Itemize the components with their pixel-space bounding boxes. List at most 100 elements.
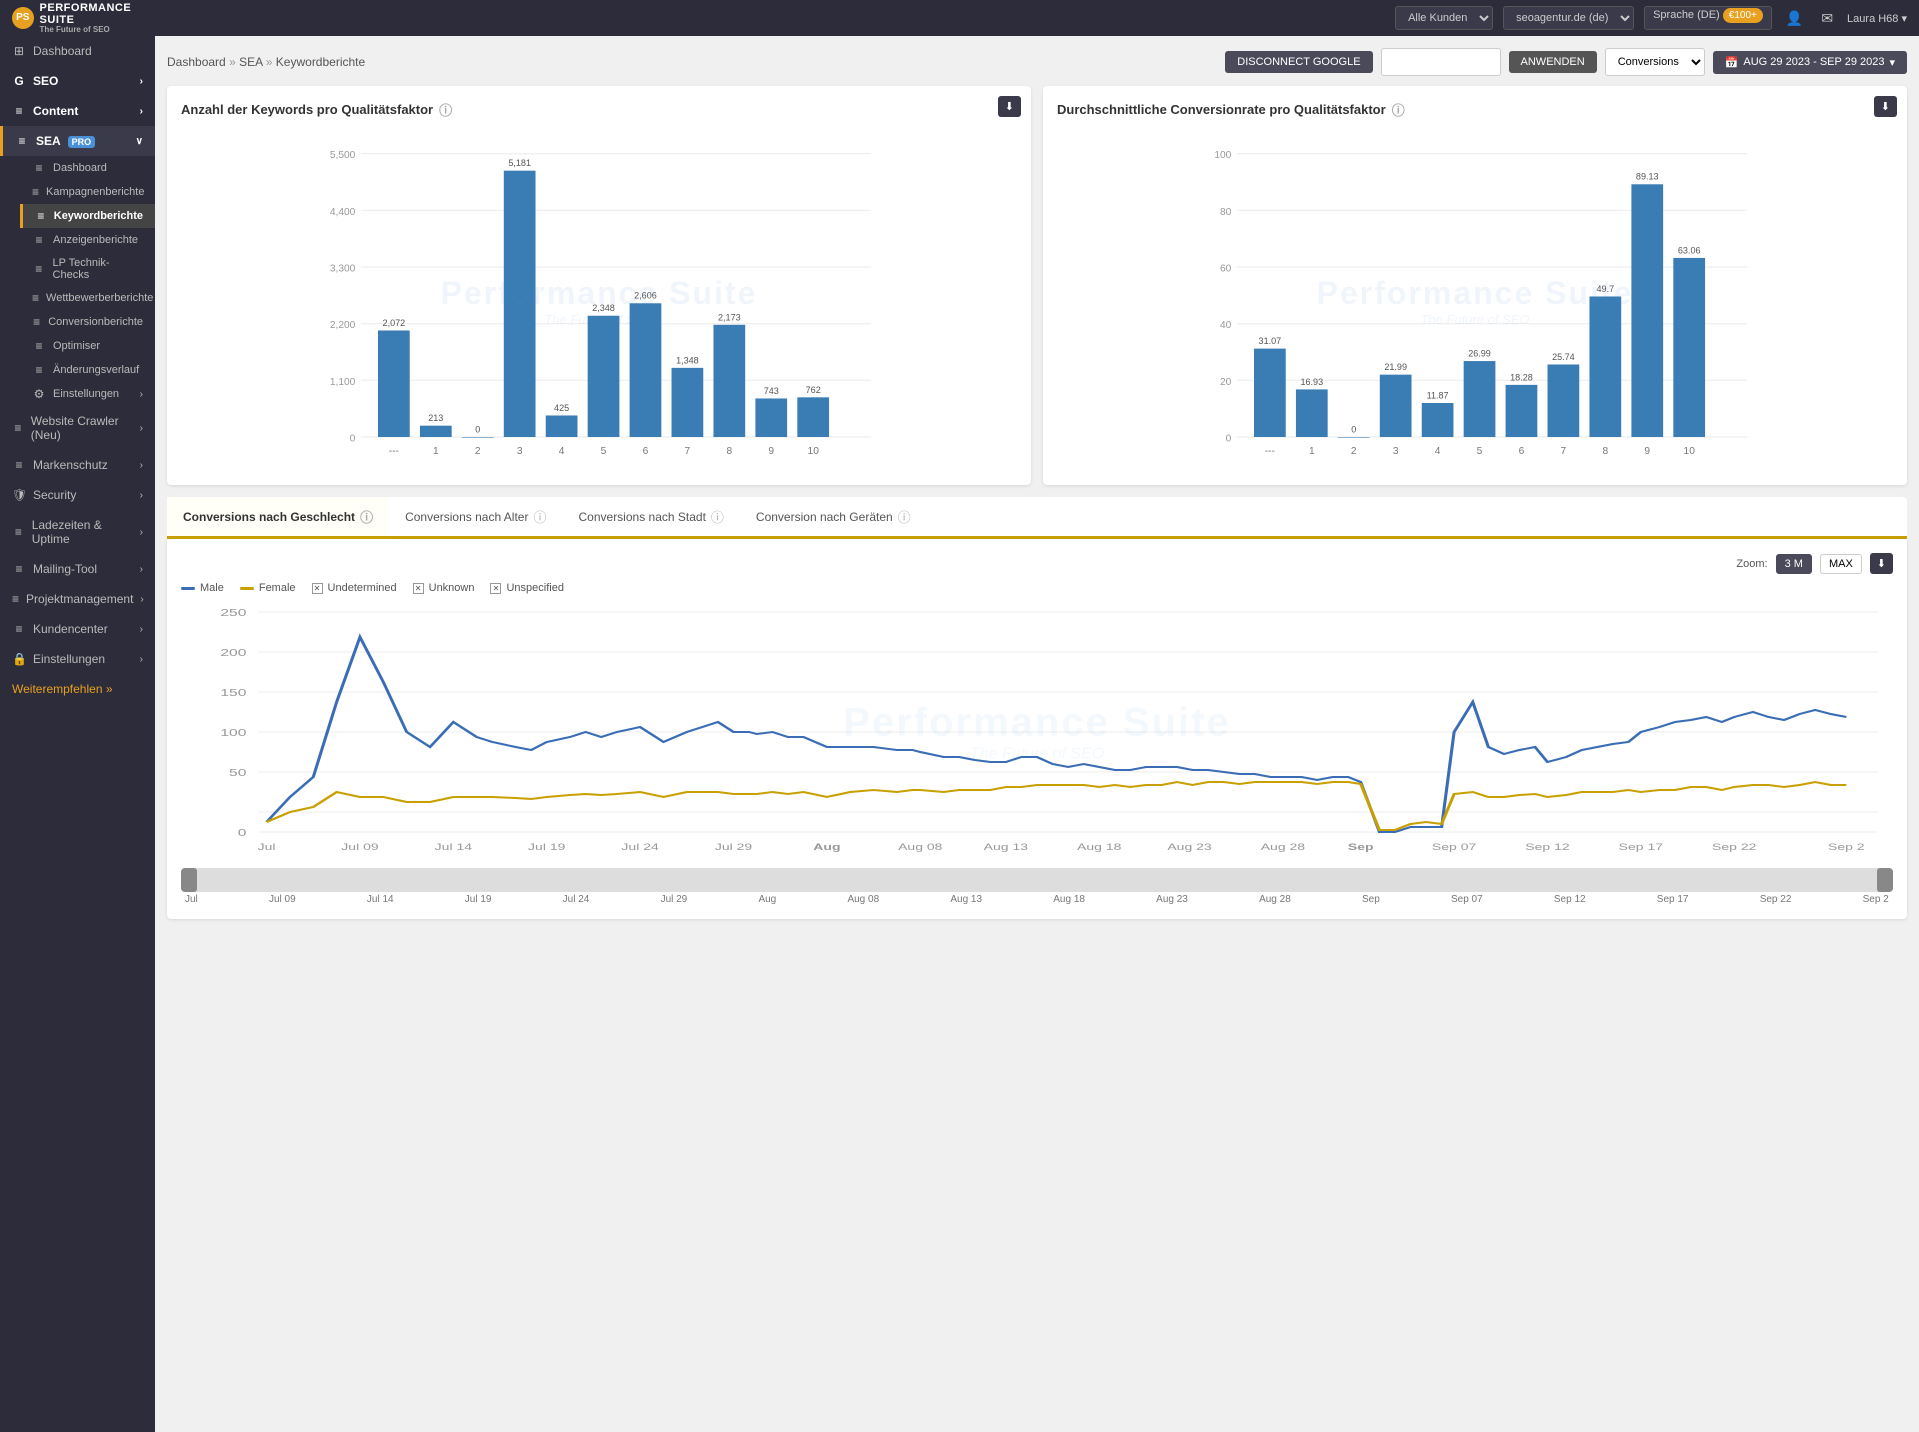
sidebar-item-aenderungsverlauf[interactable]: ≡ Änderungsverlauf xyxy=(20,358,155,382)
sidebar-item-wettbewerber[interactable]: ≡ Wettbewerberberichte xyxy=(20,286,155,310)
svg-text:762: 762 xyxy=(806,385,821,395)
legend-check-undetermined[interactable]: ✕ xyxy=(312,583,323,594)
breadcrumb-keywordberichte[interactable]: Keywordberichte xyxy=(276,55,365,69)
svg-text:0: 0 xyxy=(1226,434,1232,445)
sidebar-item-security[interactable]: 🛡 Security › xyxy=(0,480,155,510)
svg-text:Aug: Aug xyxy=(813,842,840,852)
tab-conversions-geschlecht[interactable]: Conversions nach Geschlecht ⓘ xyxy=(167,497,389,539)
download-chart2-button[interactable]: ⬇ xyxy=(1874,96,1897,117)
sidebar-item-content[interactable]: ≡ Content › xyxy=(0,96,155,126)
dashboard-icon: ⊞ xyxy=(12,44,26,58)
sidebar-item-conversionberichte[interactable]: ≡ Conversionberichte xyxy=(20,310,155,334)
tab-conversion-geraete[interactable]: Conversion nach Geräten ⓘ xyxy=(740,497,927,539)
info-icon-chart2[interactable]: ⓘ xyxy=(1392,100,1405,119)
customer-dropdown[interactable]: Alle Kunden xyxy=(1395,6,1493,30)
zoom-3m-button[interactable]: 3 M xyxy=(1776,554,1812,574)
info-icon-tab4[interactable]: ⓘ xyxy=(898,507,911,526)
breadcrumb-sea[interactable]: SEA xyxy=(239,55,262,69)
nav-controls: Alle Kunden seoagentur.de (de) Sprache (… xyxy=(1395,6,1907,30)
sidebar-item-kundencenter[interactable]: ≡ Kundencenter › xyxy=(0,614,155,644)
svg-text:8: 8 xyxy=(726,446,732,457)
breadcrumb-dashboard[interactable]: Dashboard xyxy=(167,55,226,69)
profile-icon[interactable]: 👤 xyxy=(1782,8,1807,29)
agency-dropdown[interactable]: seoagentur.de (de) xyxy=(1503,6,1634,30)
date-range-button[interactable]: 📅 AUG 29 2023 - SEP 29 2023 ▾ xyxy=(1713,51,1907,74)
range-handle-right[interactable] xyxy=(1877,868,1893,892)
sidebar-item-einstellungen[interactable]: 🔒 Einstellungen › xyxy=(0,644,155,674)
sidebar-item-seo[interactable]: G SEO › xyxy=(0,66,155,96)
svg-text:26.99: 26.99 xyxy=(1468,349,1491,359)
sidebar-item-projektmgmt[interactable]: ≡ Projektmanagement › xyxy=(0,584,155,614)
sidebar-item-kampagnenberichte[interactable]: ≡ Kampagnenberichte xyxy=(20,180,155,204)
language-dropdown[interactable]: Sprache (DE) €100+ xyxy=(1644,6,1772,30)
sidebar-item-dashboard[interactable]: ⊞ Dashboard xyxy=(0,36,155,66)
sidebar: ⊞ Dashboard G SEO › ≡ Content › ≡ SEA PR… xyxy=(0,36,155,1432)
legend-check-unknown[interactable]: ✕ xyxy=(413,583,424,594)
metric-dropdown[interactable]: Conversions xyxy=(1605,48,1705,76)
svg-text:5: 5 xyxy=(601,446,607,457)
legend-undetermined: ✕ Undetermined xyxy=(312,582,397,594)
date-range-label: AUG 29 2023 - SEP 29 2023 xyxy=(1743,56,1884,68)
legend-unknown: ✕ Unknown xyxy=(413,582,475,594)
svg-text:---: --- xyxy=(389,446,399,457)
sidebar-item-sea-dashboard[interactable]: ≡ Dashboard xyxy=(20,156,155,180)
sidebar-item-einstellungen-sea[interactable]: ⚙ Einstellungen › xyxy=(20,382,155,406)
tab-conversions-alter[interactable]: Conversions nach Alter ⓘ xyxy=(389,497,562,539)
range-slider[interactable] xyxy=(181,868,1893,892)
user-name[interactable]: Laura H68 ▾ xyxy=(1847,12,1907,25)
legend-label-unspecified: Unspecified xyxy=(506,582,563,594)
info-icon-tab3[interactable]: ⓘ xyxy=(711,507,724,526)
info-icon-tab1[interactable]: ⓘ xyxy=(360,507,373,526)
sidebar-item-mailing[interactable]: ≡ Mailing-Tool › xyxy=(0,554,155,584)
chevron-right-icon: › xyxy=(140,76,143,87)
sidebar-item-label: Anzeigenberichte xyxy=(53,234,138,246)
svg-text:9: 9 xyxy=(1644,446,1650,457)
download-line-chart-button[interactable]: ⬇ xyxy=(1870,553,1893,574)
wettbewerber-icon: ≡ xyxy=(32,291,39,305)
toolbar: DISCONNECT GOOGLE ANWENDEN Conversions 📅… xyxy=(1225,48,1907,76)
anzeigen-icon: ≡ xyxy=(32,233,46,247)
legend-check-unspecified[interactable]: ✕ xyxy=(490,583,501,594)
svg-text:20: 20 xyxy=(1220,377,1232,388)
sidebar-item-optimiser[interactable]: ≡ Optimiser xyxy=(20,334,155,358)
apply-button[interactable]: ANWENDEN xyxy=(1509,51,1597,73)
kunden-icon: ≡ xyxy=(12,622,26,636)
info-icon-tab2[interactable]: ⓘ xyxy=(533,507,546,526)
tab-label: Conversions nach Geschlecht xyxy=(183,510,355,524)
chart-keywords-qualitaet: Anzahl der Keywords pro Qualitätsfaktor … xyxy=(167,86,1031,485)
disconnect-google-button[interactable]: DISCONNECT GOOGLE xyxy=(1225,51,1372,73)
sidebar-item-markenschutz[interactable]: ≡ Markenschutz › xyxy=(0,450,155,480)
search-input[interactable] xyxy=(1381,48,1501,76)
sidebar-item-lp-technik[interactable]: ≡ LP Technik-Checks xyxy=(20,252,155,286)
svg-text:2: 2 xyxy=(1351,446,1357,457)
svg-text:4: 4 xyxy=(559,446,565,457)
svg-text:6: 6 xyxy=(643,446,649,457)
sidebar-item-ladezeiten[interactable]: ≡ Ladezeiten & Uptime › xyxy=(0,510,155,554)
info-icon-chart1[interactable]: ⓘ xyxy=(439,100,452,119)
sidebar-item-label: Content xyxy=(33,104,78,118)
chevron-right-icon: › xyxy=(140,106,143,117)
line-chart-panel: Zoom: 3 M MAX ⬇ Male Female ✕ Undetermin… xyxy=(167,539,1907,919)
range-handle-left[interactable] xyxy=(181,868,197,892)
sidebar-item-website-crawler[interactable]: ≡ Website Crawler (Neu) › xyxy=(0,406,155,450)
download-chart1-button[interactable]: ⬇ xyxy=(998,96,1021,117)
svg-text:4: 4 xyxy=(1435,446,1441,457)
sidebar-item-anzeigenberichte[interactable]: ≡ Anzeigenberichte xyxy=(20,228,155,252)
mail-icon[interactable]: ✉ xyxy=(1817,8,1837,29)
sidebar-item-label: Wettbewerberberichte xyxy=(46,292,153,304)
svg-text:1: 1 xyxy=(1309,446,1315,457)
chart2-title: Durchschnittliche Conversionrate pro Qua… xyxy=(1057,100,1893,119)
app-name: PerforMance Suite xyxy=(40,2,167,26)
svg-text:1,100: 1,100 xyxy=(330,377,356,388)
sidebar-item-sea[interactable]: ≡ SEA PRO ∨ xyxy=(0,126,155,156)
tab-conversions-stadt[interactable]: Conversions nach Stadt ⓘ xyxy=(563,497,740,539)
svg-text:Aug 13: Aug 13 xyxy=(984,842,1029,852)
zoom-max-button[interactable]: MAX xyxy=(1820,554,1862,574)
svg-text:0: 0 xyxy=(1351,424,1356,434)
tab-label: Conversions nach Stadt xyxy=(579,510,706,524)
svg-text:89.13: 89.13 xyxy=(1636,172,1659,182)
svg-text:Jul 14: Jul 14 xyxy=(435,842,473,852)
chevron-right-icon: › xyxy=(140,460,143,471)
sidebar-item-keywordberichte[interactable]: ≡ Keywordberichte xyxy=(20,204,155,228)
recommend-link[interactable]: Weiterempfehlen » xyxy=(0,674,155,704)
